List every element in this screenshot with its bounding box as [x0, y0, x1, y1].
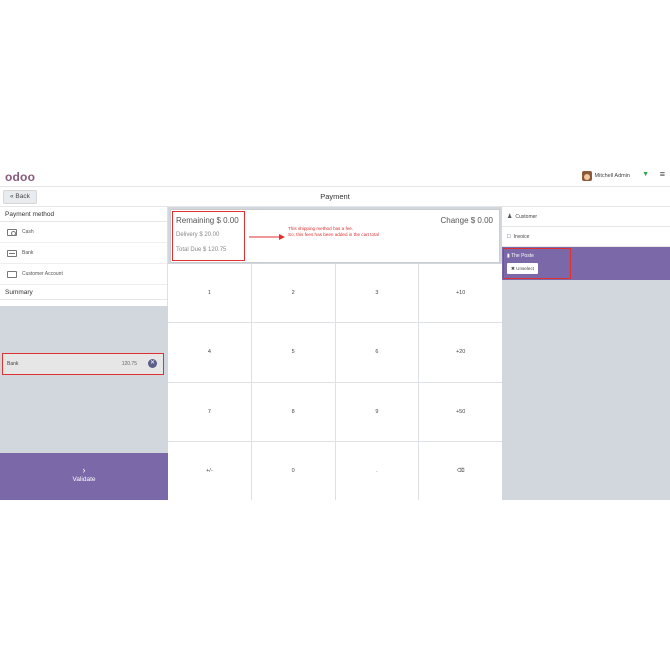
payment-methods-panel: Payment method Cash Bank Customer Accoun…: [0, 207, 168, 500]
page-title: Payment: [320, 192, 350, 201]
numpad-key-2[interactable]: 2: [251, 264, 335, 323]
carrier-selection[interactable]: ▮ The Poste ✖ Unselect: [502, 247, 670, 280]
validate-button[interactable]: › Validate: [0, 453, 168, 500]
numpad: 1 2 3 +10 4 5 6 +20 7 8 9 +50 +/- 0 . ⌫: [168, 264, 502, 500]
payment-method-label: Bank: [22, 250, 34, 256]
top-navbar: odoo Mitchell Admin ▼ ≡: [0, 166, 670, 187]
remove-line-icon[interactable]: ✕: [148, 359, 157, 368]
customer-button[interactable]: ♟ Customer: [502, 207, 670, 227]
close-icon: ✖: [511, 266, 515, 271]
validate-label: Validate: [72, 476, 96, 483]
payment-line[interactable]: Bank 120.75 ✕: [2, 353, 164, 375]
payment-method-heading: Payment method: [0, 207, 167, 222]
payment-method-customer-account[interactable]: Customer Account: [0, 264, 167, 285]
unselect-button[interactable]: ✖ Unselect: [507, 263, 539, 274]
pos-payment-screen: odoo Mitchell Admin ▼ ≡ « Back Payment P…: [0, 166, 670, 500]
chevron-right-icon: ›: [82, 465, 86, 475]
user-menu[interactable]: Mitchell Admin: [581, 171, 630, 181]
payment-method-label: Cash: [22, 229, 34, 235]
wifi-icon: ▼: [642, 171, 649, 178]
numpad-key-plus50[interactable]: +50: [419, 382, 502, 441]
payment-line-method: Bank: [7, 361, 19, 367]
payment-status: Remaining $ 0.00 Delivery $ 20.00 Total …: [170, 209, 500, 263]
sub-header: « Back Payment: [0, 187, 670, 207]
numpad-key-9[interactable]: 9: [335, 382, 419, 441]
carrier-name: ▮ The Poste: [507, 253, 534, 259]
payment-method-cash[interactable]: Cash: [0, 222, 167, 243]
bank-icon: [7, 249, 17, 257]
numpad-key-1[interactable]: 1: [168, 264, 251, 323]
numpad-key-6[interactable]: 6: [335, 323, 419, 382]
file-icon: □: [507, 233, 511, 240]
delivery-amount: Delivery $ 20.00: [176, 232, 220, 238]
numpad-key-backspace[interactable]: ⌫: [419, 441, 502, 500]
payment-options-panel: ♟ Customer □ Invoice ▮ The Poste ✖ Unsel…: [502, 207, 670, 500]
numpad-key-8[interactable]: 8: [251, 382, 335, 441]
hamburger-icon[interactable]: ≡: [660, 169, 665, 179]
summary-heading: Summary: [0, 285, 167, 300]
carrier-label: The Poste: [511, 253, 534, 259]
truck-icon: ▮: [507, 253, 510, 259]
numpad-key-sign[interactable]: +/-: [168, 441, 251, 500]
payment-method-bank[interactable]: Bank: [0, 243, 167, 264]
user-avatar: [581, 171, 592, 181]
customer-account-icon: [7, 270, 17, 278]
annotation-line: So, this fees has been added in the cart…: [288, 232, 379, 237]
total-due-amount: Total Due $ 120.75: [176, 247, 227, 253]
unselect-label: Unselect: [516, 266, 535, 271]
summary-area: [0, 306, 168, 453]
annotation-note: This shipping method has a fee. So, this…: [288, 226, 379, 238]
numpad-key-5[interactable]: 5: [251, 323, 335, 382]
user-icon: ♟: [507, 214, 513, 220]
numpad-key-7[interactable]: 7: [168, 382, 251, 441]
annotation-arrow: [249, 234, 285, 240]
invoice-label: Invoice: [513, 233, 530, 240]
numpad-key-0[interactable]: 0: [251, 441, 335, 500]
customer-label: Customer: [515, 213, 538, 220]
invoice-button[interactable]: □ Invoice: [502, 227, 670, 247]
user-name: Mitchell Admin: [594, 173, 630, 179]
odoo-logo: odoo: [5, 170, 36, 184]
payment-line-amount: 120.75: [121, 361, 137, 367]
payment-method-label: Customer Account: [22, 271, 63, 277]
remaining-amount: Remaining $ 0.00: [176, 216, 239, 225]
numpad-key-4[interactable]: 4: [168, 323, 251, 382]
cash-icon: [7, 228, 17, 236]
numpad-key-plus20[interactable]: +20: [419, 323, 502, 382]
change-amount: Change $ 0.00: [440, 216, 494, 225]
numpad-key-decimal[interactable]: .: [335, 441, 419, 500]
payment-main: Remaining $ 0.00 Delivery $ 20.00 Total …: [168, 207, 502, 500]
numpad-key-3[interactable]: 3: [335, 264, 419, 323]
numpad-key-plus10[interactable]: +10: [419, 264, 502, 323]
